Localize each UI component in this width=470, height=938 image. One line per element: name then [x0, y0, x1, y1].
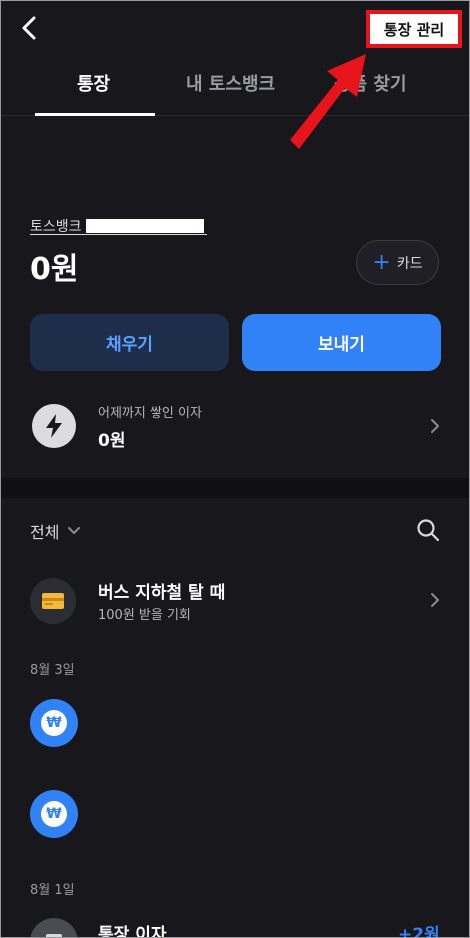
transaction-item[interactable]: ₩ [30, 790, 78, 838]
account-balance: 0원 [30, 252, 79, 287]
promo-subtitle: 100원 받을 기회 [98, 608, 191, 623]
bolt-icon [32, 404, 76, 448]
tab-find-products[interactable]: 상품 찾기 [334, 70, 407, 96]
account-manage-button[interactable]: 통장 관리 [366, 10, 462, 48]
date-header: 8월 3일 [30, 663, 75, 678]
promo-title: 버스 지하철 탈 때 [98, 583, 226, 603]
search-icon [417, 519, 440, 542]
transaction-amount: +2원 [398, 925, 440, 938]
account-name-label: 토스뱅크 [30, 219, 82, 235]
account-name-underline [30, 234, 207, 235]
won-icon: ₩ [41, 710, 67, 736]
transaction-title: 통장 이자 [98, 925, 167, 938]
tab-account[interactable]: 통장 [77, 70, 110, 96]
promo-row[interactable]: 버스 지하철 탈 때 100원 받을 기회 [0, 570, 470, 632]
interest-row[interactable]: 어제까지 쌓인 이자 0원 [0, 390, 470, 462]
send-button[interactable]: 보내기 [242, 314, 441, 371]
date-header: 8월 1일 [30, 883, 75, 898]
document-icon [30, 918, 78, 938]
chevron-right-icon [431, 593, 439, 607]
card-icon [30, 578, 76, 624]
section-divider [0, 478, 470, 498]
chevron-right-icon [431, 419, 439, 433]
filter-label: 전체 [30, 523, 60, 542]
tab-bar: 통장 내 토스뱅크 상품 찾기 [0, 56, 470, 116]
interest-label: 어제까지 쌓인 이자 [98, 406, 202, 421]
won-icon: ₩ [41, 801, 67, 827]
plus-icon: + [372, 249, 391, 275]
top-bar: 통장 관리 [0, 0, 470, 56]
fill-button[interactable]: 채우기 [30, 314, 229, 371]
tab-my-tossbank[interactable]: 내 토스뱅크 [186, 70, 275, 96]
chevron-left-icon [22, 16, 36, 40]
filter-dropdown[interactable]: 전체 [30, 519, 81, 543]
back-button[interactable] [14, 12, 46, 44]
transaction-item[interactable]: ₩ [30, 699, 78, 747]
search-button[interactable] [415, 517, 441, 543]
account-name[interactable]: 토스뱅크 [30, 216, 204, 236]
add-card-button[interactable]: + 카드 [356, 240, 439, 285]
chevron-down-icon [68, 527, 81, 534]
transaction-row[interactable]: 통장 이자 +2원 [0, 912, 470, 938]
add-card-label: 카드 [396, 255, 423, 272]
interest-value: 0원 [98, 431, 126, 451]
redacted-account-number [85, 219, 204, 233]
active-tab-indicator [35, 113, 155, 116]
